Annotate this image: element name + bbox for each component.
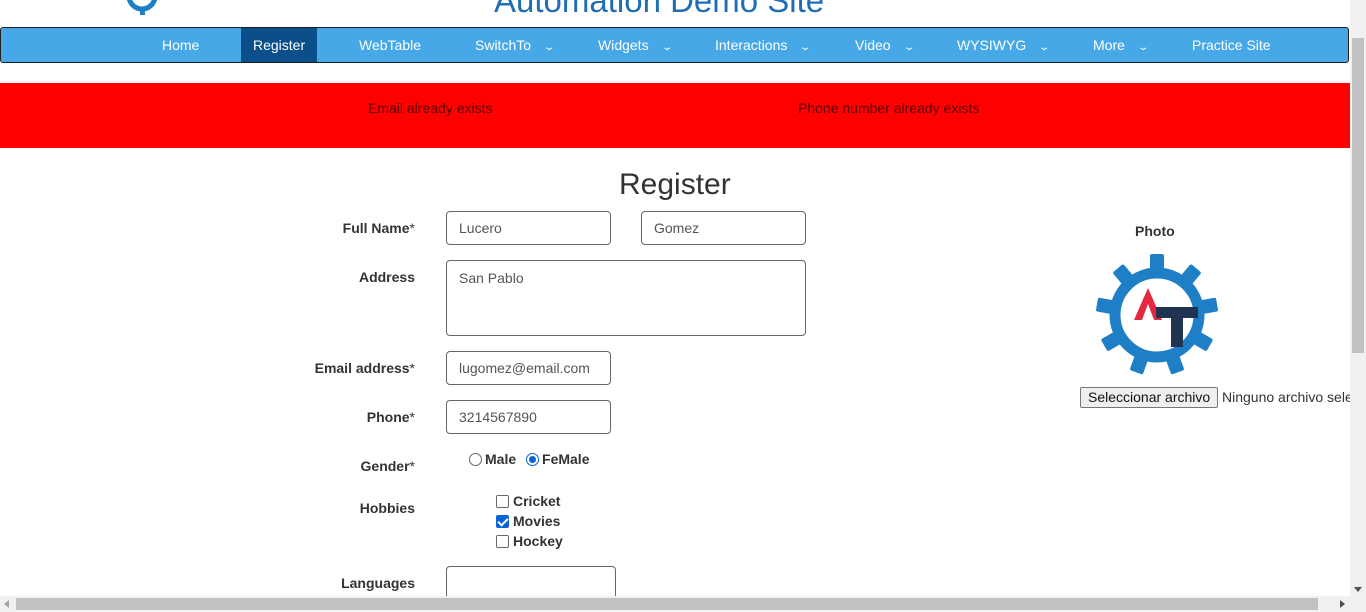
- full-name-label-text: Full Name: [342, 220, 410, 236]
- hobby-cricket-checkbox[interactable]: [496, 495, 509, 508]
- nav-video[interactable]: Video ⌄: [855, 28, 915, 62]
- nav-webtable-label: WebTable: [359, 37, 422, 53]
- nav-more[interactable]: More ⌄: [1093, 28, 1149, 62]
- hobbies-label: Hobbies: [359, 500, 415, 516]
- gender-label-text: Gender: [360, 458, 410, 474]
- gender-female-label: FeMale: [542, 451, 590, 467]
- phone-error: Phone number already exists: [798, 100, 980, 116]
- required-mark: *: [409, 360, 415, 376]
- hobby-cricket-label: Cricket: [513, 493, 561, 509]
- chevron-down-icon: ⌄: [1038, 42, 1051, 53]
- chevron-down-icon: ⌄: [902, 42, 915, 53]
- horizontal-scrollbar-thumb[interactable]: [16, 598, 1318, 610]
- form-title: Register: [619, 168, 731, 201]
- email-input[interactable]: lugomez@email.com: [446, 351, 611, 385]
- nav-interactions[interactable]: Interactions ⌄: [715, 28, 812, 62]
- last-name-input[interactable]: Gomez: [641, 211, 806, 245]
- hobby-hockey-label: Hockey: [513, 533, 563, 549]
- nav-switchto[interactable]: SwitchTo ⌄: [475, 28, 556, 62]
- gender-female-radio[interactable]: [526, 453, 540, 466]
- first-name-input[interactable]: Lucero: [446, 211, 611, 245]
- nav-webtable[interactable]: WebTable: [359, 28, 421, 62]
- scroll-left-arrow-icon[interactable]: [4, 600, 9, 608]
- nav-more-label: More: [1093, 37, 1125, 53]
- hobby-hockey: Hockey: [496, 533, 563, 549]
- scroll-right-arrow-icon[interactable]: [1340, 600, 1345, 608]
- chevron-down-icon: ⌄: [543, 42, 556, 53]
- gender-male-label: Male: [485, 451, 517, 467]
- scroll-down-arrow-icon[interactable]: [1354, 587, 1362, 592]
- nav-practice-site-label: Practice Site: [1192, 37, 1271, 53]
- main-navbar: Home Register WebTable SwitchTo ⌄ Widgets…: [0, 27, 1349, 63]
- gender-label: Gender*: [215, 458, 415, 474]
- nav-home[interactable]: Home: [162, 28, 199, 62]
- error-banner: Email already exists Phone number alread…: [0, 83, 1350, 148]
- vertical-scrollbar[interactable]: [1350, 0, 1366, 596]
- hobby-movies-label: Movies: [513, 513, 561, 529]
- hobby-movies: Movies: [496, 513, 560, 529]
- file-status-text: Ninguno archivo seleccionado: [1222, 389, 1350, 405]
- vertical-scrollbar-thumb[interactable]: [1352, 38, 1364, 353]
- hobby-hockey-checkbox[interactable]: [496, 535, 509, 548]
- automation-testing-logo-icon: [1096, 254, 1218, 375]
- nav-practice-site[interactable]: Practice Site: [1192, 28, 1271, 62]
- nav-switchto-label: SwitchTo: [475, 37, 532, 53]
- photo-label: Photo: [1135, 223, 1175, 239]
- required-mark: *: [409, 458, 415, 474]
- phone-label: Phone*: [215, 409, 415, 425]
- phone-label-text: Phone: [366, 409, 410, 425]
- hobby-cricket: Cricket: [496, 493, 560, 509]
- address-textarea[interactable]: San Pablo: [446, 260, 806, 336]
- chevron-down-icon: ⌄: [660, 42, 673, 53]
- page: Automation Demo Site Home Register WebTa…: [0, 0, 1350, 596]
- nav-register[interactable]: Register: [241, 28, 317, 62]
- nav-interactions-label: Interactions: [715, 37, 788, 53]
- nav-widgets[interactable]: Widgets ⌄: [598, 28, 673, 62]
- site-title: Automation Demo Site: [494, 0, 825, 19]
- gender-radio-group: Male FeMale: [469, 451, 589, 467]
- chevron-down-icon: ⌄: [799, 42, 812, 53]
- email-label: Email address*: [215, 360, 415, 376]
- site-logo-icon: [127, 0, 157, 15]
- languages-label: Languages: [341, 575, 415, 591]
- phone-input[interactable]: 3214567890: [446, 400, 611, 434]
- required-mark: *: [409, 409, 415, 425]
- nav-home-label: Home: [162, 37, 200, 53]
- email-error: Email already exists: [368, 100, 493, 116]
- nav-video-label: Video: [855, 37, 891, 53]
- horizontal-scrollbar[interactable]: [0, 596, 1366, 612]
- nav-wysiwyg[interactable]: WYSIWYG ⌄: [957, 28, 1051, 62]
- nav-widgets-label: Widgets: [598, 37, 649, 53]
- full-name-label: Full Name*: [215, 220, 415, 236]
- nav-register-label: Register: [253, 37, 306, 53]
- chevron-down-icon: ⌄: [1137, 42, 1149, 53]
- required-mark: *: [409, 220, 415, 236]
- hobby-movies-checkbox[interactable]: [496, 515, 509, 528]
- email-label-text: Email address: [314, 360, 410, 376]
- languages-multiselect[interactable]: [446, 566, 616, 596]
- choose-file-button[interactable]: Seleccionar archivo: [1080, 387, 1219, 408]
- gender-male-radio[interactable]: [469, 453, 482, 466]
- nav-wysiwyg-label: WYSIWYG: [957, 37, 1027, 53]
- address-label: Address: [358, 269, 415, 285]
